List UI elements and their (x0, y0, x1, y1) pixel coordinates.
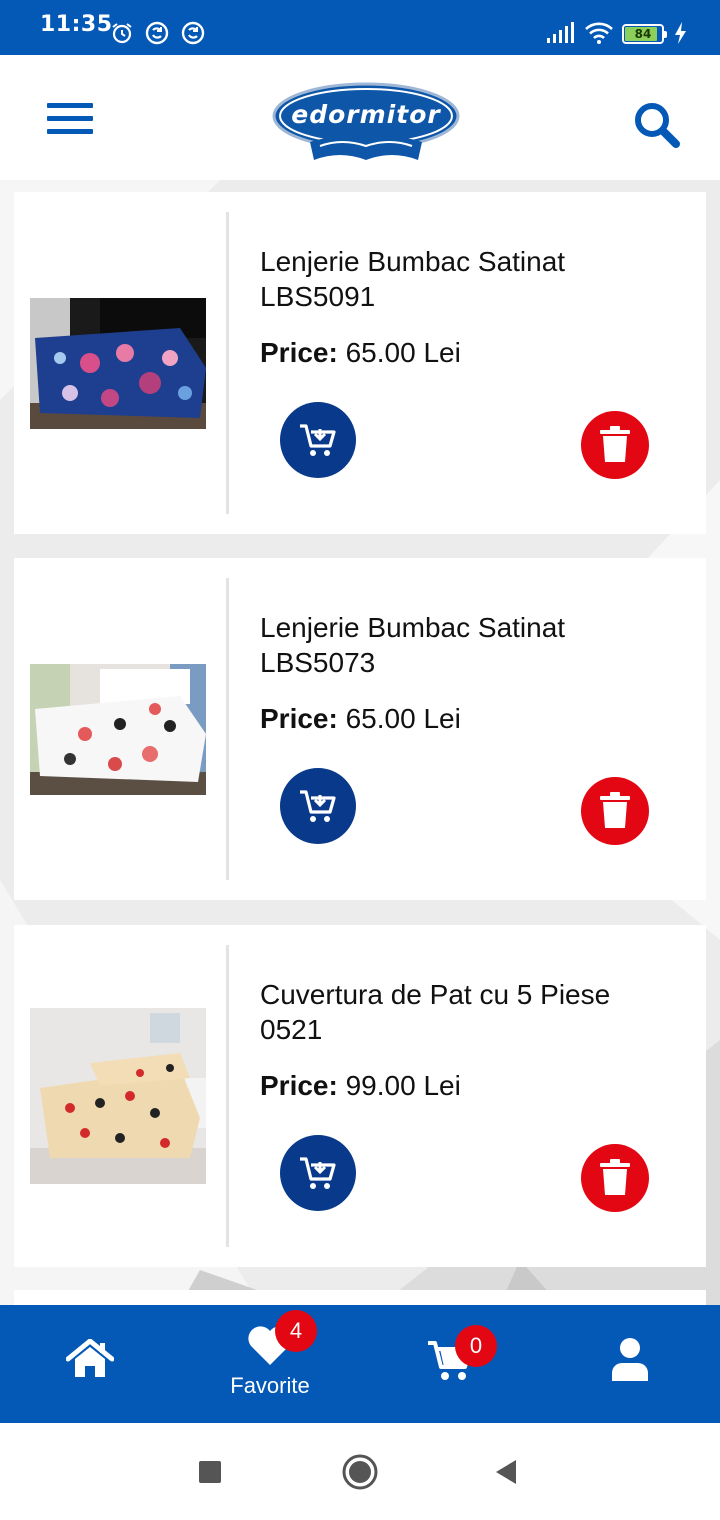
product-title[interactable]: Lenjerie Bumbac Satinat LBS5091 (260, 244, 680, 314)
sync-icon (181, 21, 205, 45)
battery-level: 84 (634, 27, 652, 41)
product-title[interactable]: Cuvertura de Pat cu 5 Piese 0521 (260, 977, 680, 1047)
alarm-icon (110, 21, 134, 45)
nav-account[interactable] (600, 1305, 660, 1423)
status-bar: 11:35 84 (0, 0, 720, 55)
trash-icon (600, 1159, 630, 1195)
home-icon (66, 1339, 114, 1377)
price-label: Price: (260, 1070, 338, 1101)
add-to-cart-button[interactable] (280, 1135, 356, 1211)
trash-icon (600, 792, 630, 828)
nav-favorites[interactable]: 4 Favorite (210, 1305, 330, 1423)
product-price: Price: 65.00 Lei (260, 337, 461, 369)
favorites-badge: 4 (275, 1310, 317, 1352)
logo-text: edormitor (291, 100, 441, 129)
sync-icon (145, 21, 169, 45)
product-title[interactable]: Lenjerie Bumbac Satinat LBS5073 (260, 610, 680, 680)
divider (226, 945, 229, 1247)
cart-badge: 0 (455, 1325, 497, 1367)
price-label: Price: (260, 703, 338, 734)
price-value: 65.00 Lei (345, 337, 461, 368)
price-label: Price: (260, 337, 338, 368)
user-icon (612, 1338, 648, 1381)
favorite-item-card[interactable]: Cuvertura de Pat cu 5 Piese 0521 Price: … (14, 925, 706, 1267)
charging-icon (673, 21, 687, 45)
favorite-item-card[interactable]: Lenjerie Bumbac Satinat LBS5091 Price: 6… (14, 192, 706, 534)
price-value: 99.00 Lei (345, 1070, 461, 1101)
cart-download-icon (300, 424, 336, 456)
add-to-cart-button[interactable] (280, 402, 356, 478)
battery-indicator: 84 (622, 24, 667, 44)
price-value: 65.00 Lei (345, 703, 461, 734)
product-price: Price: 99.00 Lei (260, 1070, 461, 1102)
divider (226, 212, 229, 514)
delete-button[interactable] (581, 1144, 649, 1212)
brand-logo[interactable]: edormitor (270, 80, 462, 170)
nav-home[interactable] (60, 1305, 120, 1423)
cart-download-icon (300, 790, 336, 822)
product-image[interactable] (30, 1008, 206, 1184)
cart-download-icon (300, 1157, 336, 1189)
divider (226, 578, 229, 880)
trash-icon (600, 426, 630, 462)
product-image[interactable] (30, 664, 206, 795)
delete-button[interactable] (581, 777, 649, 845)
hamburger-icon[interactable] (47, 103, 93, 135)
recent-apps-button[interactable] (198, 1460, 222, 1484)
search-icon[interactable] (632, 100, 682, 148)
favorites-label: Favorite (230, 1373, 310, 1398)
system-navigation-bar (0, 1423, 720, 1520)
product-price: Price: 65.00 Lei (260, 703, 461, 735)
nav-cart[interactable]: 0 (420, 1305, 520, 1423)
status-time: 11:35 (40, 12, 113, 37)
product-image[interactable] (30, 298, 206, 429)
back-button[interactable] (494, 1458, 518, 1486)
favorite-item-card[interactable]: Lenjerie Bumbac Satinat LBS5073 Price: 6… (14, 558, 706, 900)
bottom-navigation: 4 Favorite 0 (0, 1305, 720, 1423)
wifi-icon (584, 21, 614, 45)
home-button[interactable] (341, 1453, 379, 1491)
delete-button[interactable] (581, 411, 649, 479)
signal-icon (546, 21, 576, 45)
add-to-cart-button[interactable] (280, 768, 356, 844)
